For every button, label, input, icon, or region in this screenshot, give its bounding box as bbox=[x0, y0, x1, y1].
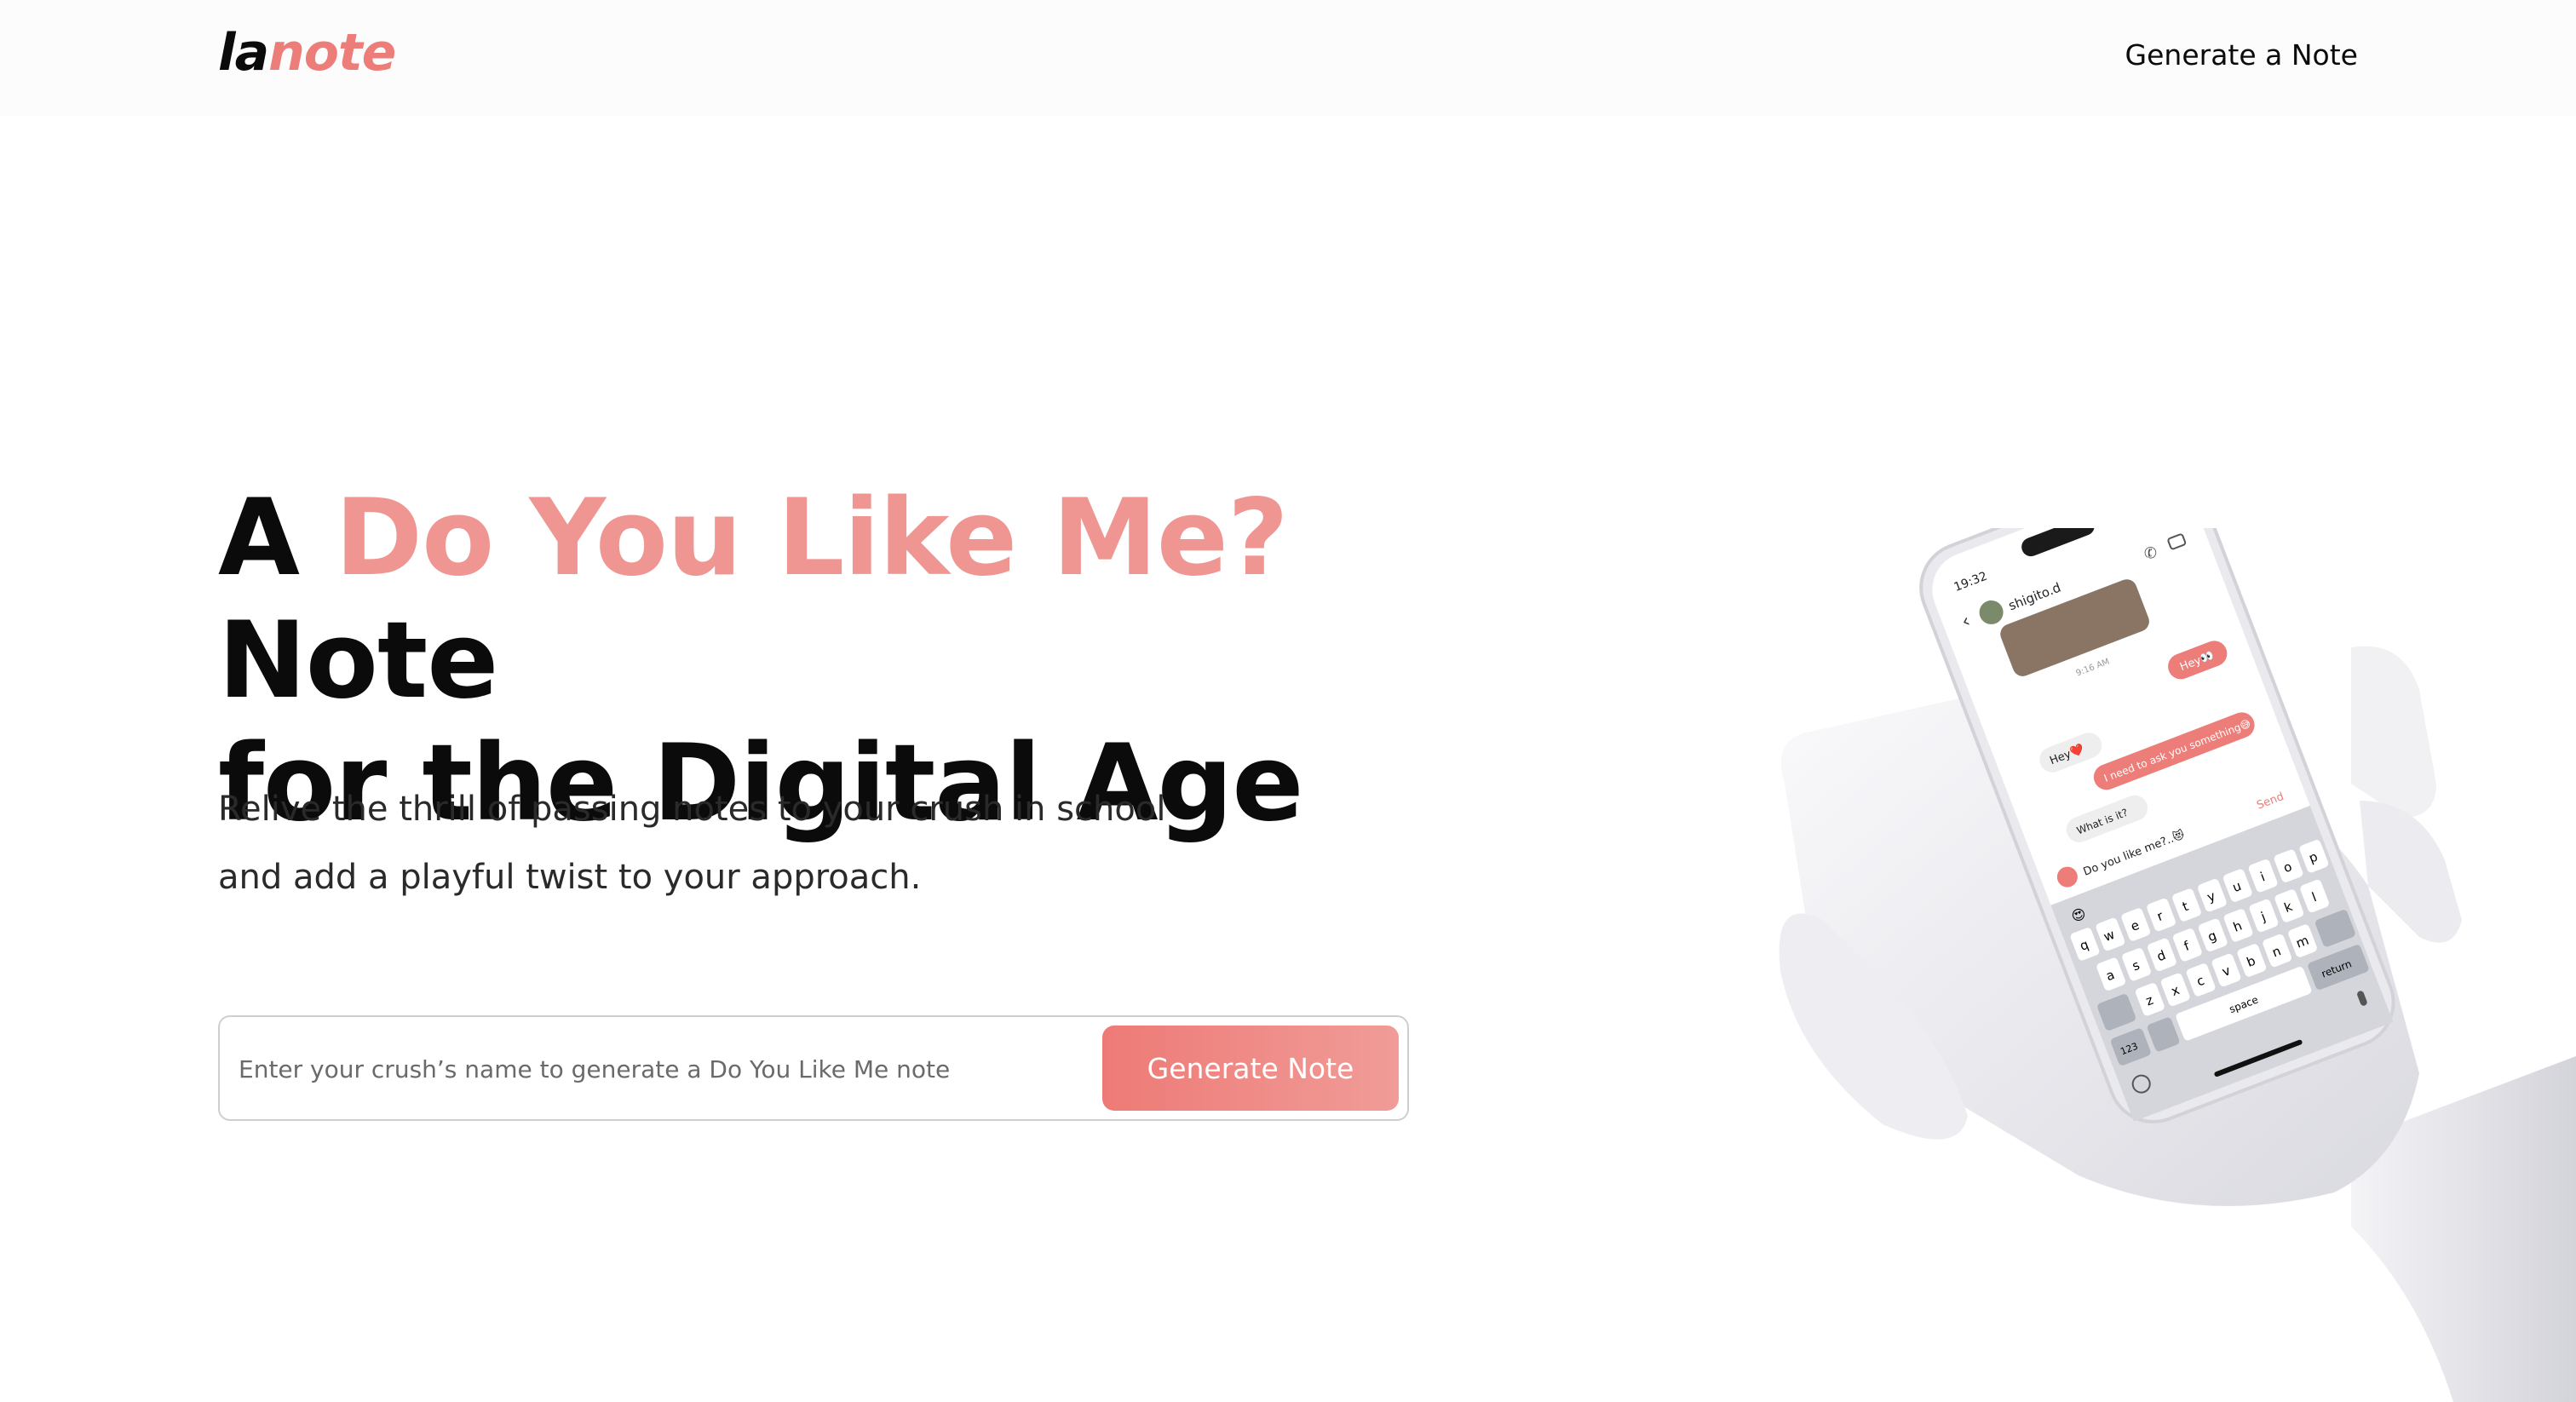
logo-part-note: note bbox=[268, 23, 396, 83]
site-header: lanote Generate a Note bbox=[0, 0, 2576, 116]
hero-subtitle-line2: and add a playful twist to your approach… bbox=[218, 858, 922, 897]
crush-name-input[interactable] bbox=[237, 1034, 1118, 1104]
hero-title-prefix: A bbox=[218, 477, 336, 600]
hand-holding-phone-illustration: 19:32 ‹ shigito.d ✆ 9:16 AM Hey👀 Hey❤️ I… bbox=[1779, 528, 2576, 1402]
hero-title-accent: Do You Like Me? bbox=[335, 477, 1289, 600]
hero-subtitle: Relive the thrill of passing notes to yo… bbox=[218, 775, 1240, 911]
hero-subtitle-line1: Relive the thrill of passing notes to yo… bbox=[218, 790, 1166, 829]
generate-note-button[interactable]: Generate Note bbox=[1102, 1026, 1399, 1111]
robot-finger-top bbox=[2351, 646, 2436, 818]
logo[interactable]: lanote bbox=[218, 19, 396, 87]
logo-part-la: la bbox=[218, 23, 269, 83]
generate-form: Generate Note bbox=[218, 1015, 1409, 1121]
nav-generate-note-link[interactable]: Generate a Note bbox=[2125, 34, 2358, 77]
hero-title-suffix: Note bbox=[218, 600, 498, 722]
